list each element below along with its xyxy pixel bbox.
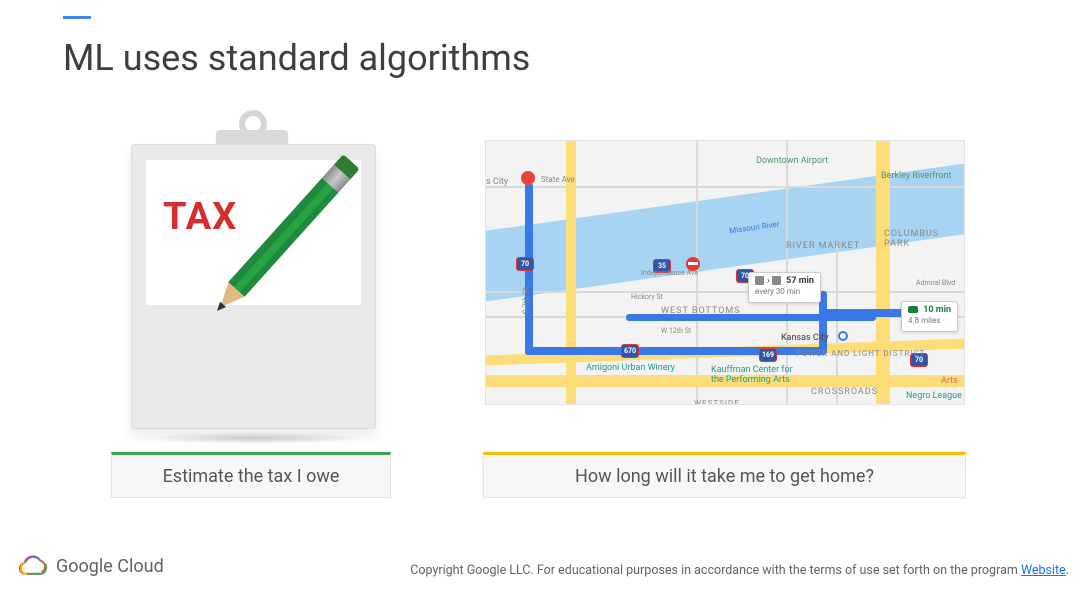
transit-time: 57 min — [786, 276, 814, 286]
map-label-street: State Ave — [541, 175, 575, 184]
map-street-label: Admiral Blvd — [916, 279, 955, 287]
interstate-shield-icon: 169 — [759, 348, 777, 362]
cloud-icon — [18, 554, 48, 578]
car-icon — [908, 306, 918, 313]
copyright-text: Copyright Google LLC. For educational pu… — [410, 563, 1021, 578]
left-caption-text: Estimate the tax I owe — [163, 466, 340, 487]
google-cloud-logo: Google Cloud — [18, 554, 164, 578]
map-poi-label: Kauffman Center for the Performing Arts — [711, 365, 806, 385]
website-link[interactable]: Website — [1021, 563, 1066, 578]
right-caption-text: How long will it take me to get home? — [575, 466, 874, 487]
drive-distance: 4.8 miles — [908, 316, 940, 325]
map-street-label: Independence Ave — [641, 269, 698, 277]
origin-pin-icon — [521, 171, 535, 185]
map-illustration: 70 670 35 70 70 169 s City State Ave Kan… — [485, 140, 965, 405]
interstate-shield-icon: 70 — [516, 257, 534, 271]
map-area-label: WEST BOTTOMS — [661, 306, 741, 316]
map-area-label: Arts — [941, 376, 958, 386]
interstate-shield-icon: 670 — [621, 344, 639, 358]
copyright-line: Copyright Google LLC. For educational pu… — [410, 563, 1069, 578]
slide-footer: Google Cloud Copyright Google LLC. For e… — [18, 554, 1069, 578]
drive-time: 10 min — [923, 305, 951, 315]
map-area-label: Berkley Riverfront — [881, 171, 951, 181]
left-caption: Estimate the tax I owe — [111, 452, 391, 498]
transit-frequency: every 30 min — [755, 287, 800, 296]
map-street — [486, 186, 965, 188]
copyright-period: . — [1066, 563, 1069, 578]
map-label-destination: Kansas City — [781, 333, 828, 343]
map-street-label: W 12th St — [661, 327, 691, 335]
map-area-label: Downtown Airport — [756, 156, 828, 166]
tax-illustration: TAX — [111, 110, 391, 430]
map-area-label: Negro League — [906, 391, 962, 401]
slide-title: ML uses standard algorithms — [63, 37, 530, 79]
map-street — [486, 291, 965, 293]
destination-dot-icon — [838, 331, 848, 341]
right-caption: How long will it take me to get home? — [483, 452, 966, 498]
transit-time-box: › 57 min every 30 min — [748, 272, 821, 303]
map-area-label: CROSSROADS — [811, 387, 878, 397]
map-street-label: S 7th St — [521, 287, 530, 315]
google-cloud-text: Google Cloud — [56, 556, 164, 577]
clipboard-shadow — [141, 432, 366, 444]
map-area-label: POWER AND LIGHT DISTRICT — [796, 349, 925, 358]
bus-icon — [755, 276, 764, 285]
bus-icon — [772, 276, 781, 285]
map-area-label: COLUMBUS PARK — [884, 229, 964, 249]
map-poi-label: Amigoni Urban Winery — [586, 363, 675, 373]
map-area-label: WESTSIDE — [694, 399, 740, 405]
drive-time-box: 10 min 4.8 miles — [901, 301, 958, 332]
title-accent-bar — [63, 16, 91, 19]
map-label-origin: s City — [486, 177, 508, 187]
route-segment — [525, 347, 825, 355]
map-area-label: RIVER MARKET — [786, 241, 860, 251]
map-street-label: Hickory St — [631, 293, 663, 301]
map-canvas: 70 670 35 70 70 169 s City State Ave Kan… — [485, 140, 965, 405]
slide: ML uses standard algorithms TAX Estimate… — [0, 0, 1087, 596]
